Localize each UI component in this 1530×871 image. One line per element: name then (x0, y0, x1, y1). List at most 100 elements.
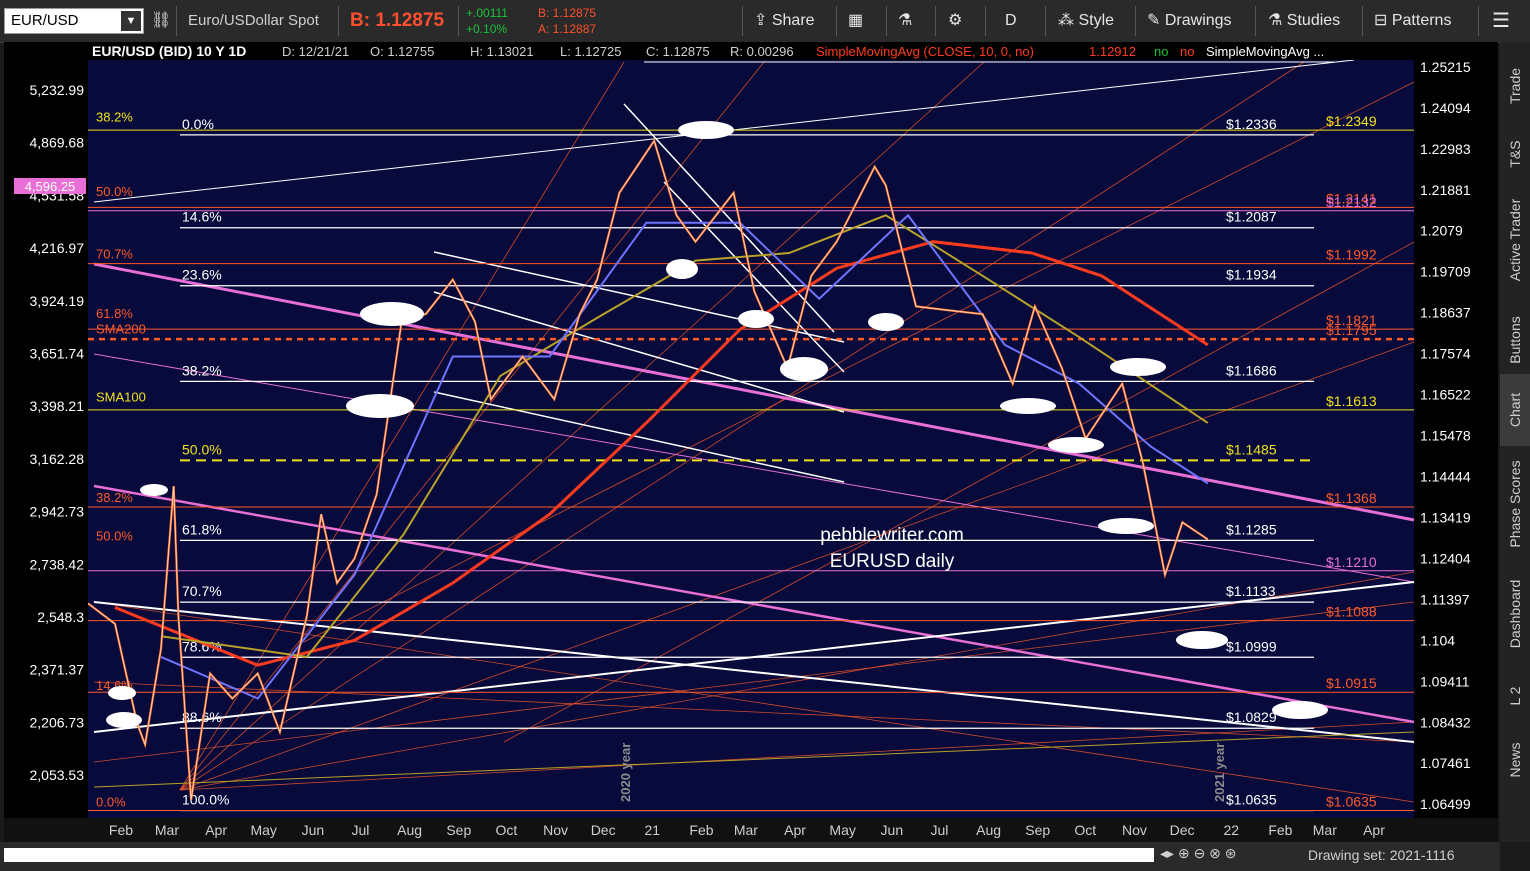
x-tick-label: May (250, 822, 276, 838)
change-percent: +0.10% (466, 22, 508, 36)
right-tick-label: 1.07461 (1420, 755, 1471, 771)
x-tick-label: May (829, 822, 855, 838)
tab-chart[interactable]: Chart (1500, 374, 1530, 446)
fib-level-label: $1.0635 (1226, 792, 1277, 808)
left-percent-label: 61.8% (96, 306, 133, 321)
target-ellipse (1110, 358, 1166, 376)
red-level-label: $1.1088 (1326, 604, 1377, 620)
x-tick-label: Oct (1074, 822, 1096, 838)
right-tick-label: 1.09411 (1420, 673, 1470, 689)
bottom-bar: ◂▸ ⊕ ⊖ ⊗ ⊛ Drawing set: 2021-1116 (0, 842, 1500, 871)
share-button[interactable]: ⇪ Share (754, 0, 815, 42)
header-high: H: 1.13021 (470, 44, 534, 59)
red-level-label: $1.1613 (1326, 393, 1377, 409)
right-tick-label: 1.12404 (1420, 550, 1471, 566)
side-panel: Trade T&S Active Trader Buttons Chart Ph… (1500, 42, 1530, 842)
zoom-controls[interactable]: ◂▸ ⊕ ⊖ ⊗ ⊛ (1160, 845, 1237, 862)
divider (836, 6, 837, 36)
divider (176, 6, 177, 36)
left-tick-label: 4,869.68 (30, 135, 85, 151)
target-ellipse (108, 686, 136, 700)
target-ellipse (1272, 701, 1328, 719)
target-ellipse (1176, 631, 1228, 649)
x-tick-label: Jun (881, 822, 904, 838)
left-tick-label: 3,924.19 (30, 293, 85, 309)
target-ellipse (106, 712, 142, 728)
tab-active-trader[interactable]: Active Trader (1500, 176, 1530, 306)
red-level-label: $1.1992 (1326, 247, 1377, 263)
horizontal-scrollbar[interactable] (4, 848, 1154, 862)
left-axis-background (4, 42, 88, 818)
symbol-input[interactable]: EUR/USD ▼ (4, 8, 144, 34)
left-tick-label: 2,548.3 (37, 609, 84, 625)
x-tick-label: Feb (1268, 822, 1292, 838)
x-tick-label: Feb (109, 822, 133, 838)
header-no-2: no (1180, 44, 1194, 59)
left-tick-label: 3,651.74 (30, 346, 85, 362)
drawings-button[interactable]: ✎ Drawings (1147, 0, 1232, 42)
target-ellipse (738, 310, 774, 328)
x-tick-label: Jun (302, 822, 325, 838)
fib-level-label: $1.1934 (1226, 267, 1277, 283)
fib-level-label: $1.1485 (1226, 441, 1277, 457)
right-tick-label: 1.22983 (1420, 141, 1471, 157)
tab-ts[interactable]: T&S (1500, 132, 1530, 176)
bid-price: B: 1.12875 (350, 10, 445, 31)
fib-level-label: $1.1133 (1226, 583, 1276, 599)
left-tick-label: 5,232.99 (30, 82, 85, 98)
x-tick-label: Jul (352, 822, 370, 838)
left-percent-label: 38.2% (96, 490, 133, 505)
watermark-line-1: pebblewriter.com (820, 525, 964, 546)
menu-icon[interactable]: ☰ (1492, 0, 1510, 42)
x-tick-label: Nov (543, 822, 568, 838)
left-percent-label: SMA200 (96, 321, 146, 336)
right-tick-label: 1.25215 (1420, 59, 1471, 75)
tab-phase-scores[interactable]: Phase Scores (1500, 446, 1530, 566)
gear-icon[interactable]: ⚙ (948, 0, 962, 42)
divider (742, 6, 743, 36)
divider (935, 6, 936, 36)
change-value: +.00111 (466, 6, 508, 20)
tab-news[interactable]: News (1500, 726, 1530, 796)
studies-button[interactable]: ⚗ Studies (1268, 0, 1340, 42)
period-button[interactable]: D (1005, 0, 1017, 42)
plot-background (88, 42, 1414, 834)
header-close: C: 1.12875 (646, 44, 710, 59)
left-tick-label: 2,371.37 (30, 662, 85, 678)
left-percent-label: 70.7% (96, 247, 133, 262)
toolbar: EUR/USD ▼ ⛓ Euro/USDollar Spot B: 1.1287… (0, 0, 1530, 43)
target-ellipse (780, 357, 828, 381)
right-tick-label: 1.13419 (1420, 509, 1471, 525)
fib-level-label: $1.0999 (1226, 638, 1277, 654)
chart-svg[interactable]: $1.23360.0%$1.208714.6%$1.193423.6%$1.16… (4, 42, 1498, 842)
chevron-down-icon[interactable]: ▼ (121, 11, 141, 31)
x-tick-label: 21 (645, 822, 661, 838)
right-tick-label: 1.19709 (1420, 264, 1471, 280)
fib-percent-label: 50.0% (182, 441, 222, 457)
target-ellipse (1048, 437, 1104, 453)
bid-small: B: 1.12875 (538, 6, 597, 20)
divider (1135, 6, 1136, 36)
fib-percent-label: 61.8% (182, 521, 222, 537)
flask-icon[interactable]: ⚗ (898, 0, 912, 42)
red-level-label: $1.1795 (1326, 322, 1377, 338)
right-tick-label: 1.17574 (1420, 346, 1471, 362)
chart-area[interactable]: $1.2336 0.0% $1.2087 14.6% $1.1934 23.6% $1.16… (4, 42, 1498, 842)
x-tick-label: Dec (1170, 822, 1195, 838)
left-tick-label: 3,162.28 (30, 451, 85, 467)
style-icon: ⁂ (1058, 12, 1079, 29)
watermark-line-2: EURUSD daily (830, 551, 955, 572)
style-button[interactable]: ⁂ Style (1058, 0, 1114, 42)
header-range: R: 0.00296 (730, 44, 794, 59)
red-level-label: $1.2349 (1326, 113, 1377, 129)
red-level-label: $1.0915 (1326, 675, 1377, 691)
link-icon[interactable]: ⛓ (151, 0, 171, 42)
red-level-label: $1.1210 (1326, 554, 1377, 570)
left-percent-label: SMA100 (96, 389, 146, 404)
left-tick-label: 4,216.97 (30, 240, 85, 256)
chart-settings-icon[interactable]: ▦ (848, 0, 863, 42)
share-icon: ⇪ (754, 12, 772, 29)
tab-buttons[interactable]: Buttons (1500, 306, 1530, 374)
patterns-button[interactable]: ⊟ Patterns (1374, 0, 1451, 42)
header-sma-study: SimpleMovingAvg (CLOSE, 10, 0, no) (816, 44, 1034, 59)
